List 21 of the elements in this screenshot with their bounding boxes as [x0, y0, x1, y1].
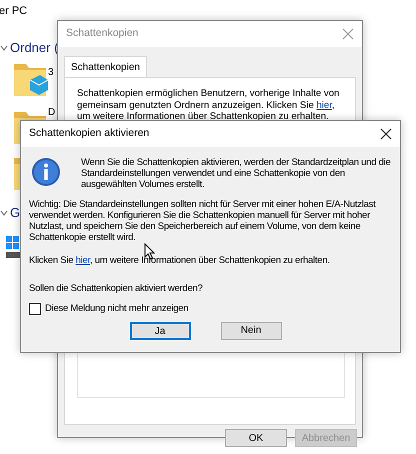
link[interactable]: hier	[76, 255, 90, 266]
info-icon	[31, 157, 61, 187]
dialog-button[interactable]: OK	[225, 429, 287, 447]
item-label[interactable]: D	[48, 108, 56, 118]
dialog-button[interactable]: Nein	[220, 322, 282, 340]
description-text: Schattenkopien ermöglichen Benutzern, vorherige Inhalte von gemeinsam genutzten Ordnern anzuzeigen. Klicken Sie hier, um weitere Informationen über Schattenkopien zu erhalten.	[77, 88, 340, 122]
warning-text: Wichtig: Die Standardeinstellungen sollten nicht für Server mit einer hohen E/A-Nutzlast verwendet werden. Konfigurieren Sie die Schattenkopien manuell für Server mit hoher Nutzlast, und speichern Sie den Speicherbereich auf einem Volume, von dem keine Schattenkopie erstellt wird.	[29, 198, 377, 244]
checkbox-label[interactable]: Diese Meldung nicht mehr anzeigen	[45, 303, 188, 314]
close-icon[interactable]	[380, 128, 392, 140]
message-text: Wenn Sie die Schattenkopien aktivieren, werden der Standardzeitplan und die Standardeinstellungen verwendet und eine Schattenkopie von den ausgewählten Volumes erstellt.	[81, 157, 392, 191]
checkbox[interactable]	[29, 302, 41, 315]
window-title: Schattenkopien aktivieren	[29, 126, 150, 142]
tab[interactable]: Schattenkopien	[64, 56, 147, 78]
drive-icon[interactable]	[6, 236, 20, 260]
info-text: Klicken Sie hier, um weitere Informationen über Schattenkopien zu erhalten.	[29, 255, 331, 267]
section-header[interactable]: G	[10, 203, 20, 222]
link[interactable]: hier	[316, 100, 332, 110]
question-text: Sollen die Schattenkopien aktiviert werden?	[29, 282, 204, 294]
window-title: Schattenkopien	[66, 26, 138, 42]
dialog-button[interactable]: Ja	[130, 322, 190, 340]
item-label[interactable]: 3	[48, 68, 54, 78]
